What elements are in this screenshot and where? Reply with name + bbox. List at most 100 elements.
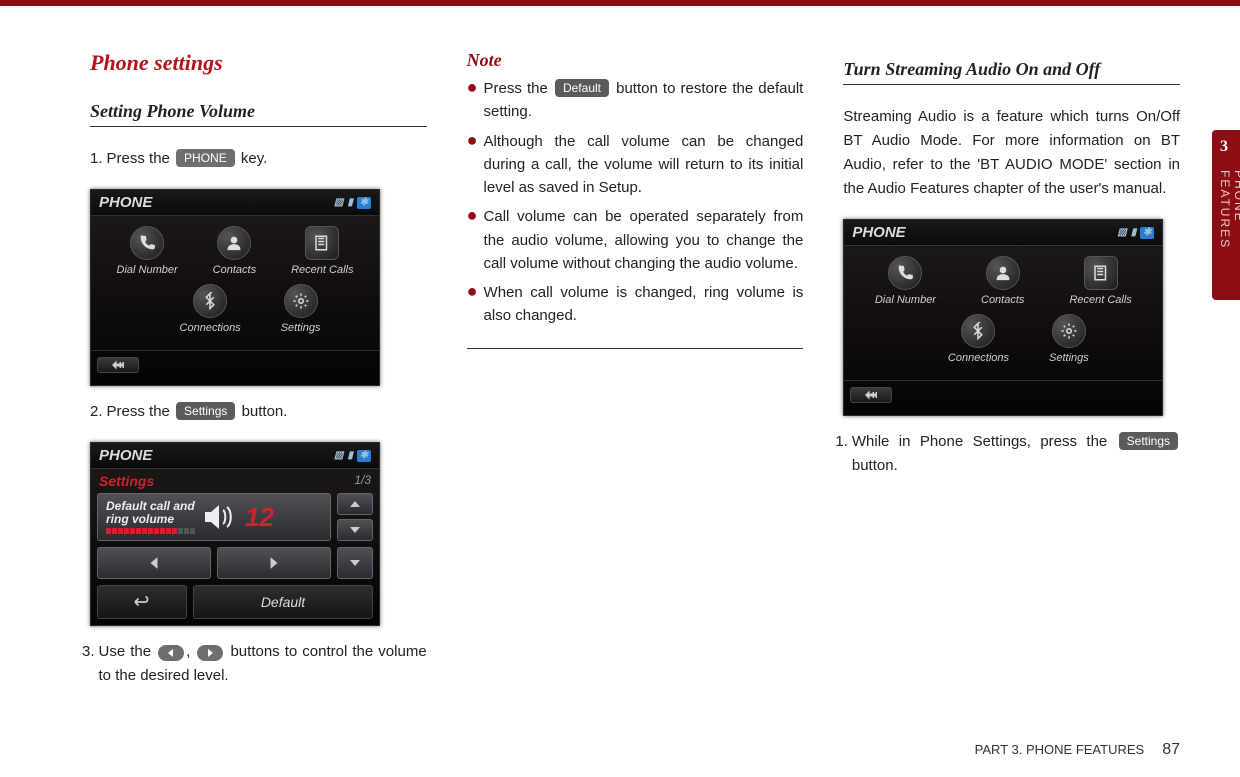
step-3-num: 3. — [82, 640, 95, 688]
device2-header: PHONE ▧ ▮ ✱ — [91, 443, 379, 469]
left-arrow-button — [97, 547, 211, 579]
phone-home-screenshot-2: PHONE ▧ ▮ ✱ Dial Number — [843, 219, 1163, 416]
dial-number-icon-2 — [888, 256, 922, 290]
subtitle-streaming-audio: Turn Streaming Audio On and Off — [843, 59, 1180, 85]
device3-footer — [844, 380, 1162, 415]
volume-label-stack: Default call and ring volume — [106, 500, 195, 534]
step-2-text-a: Press the — [107, 403, 175, 420]
recent-calls-item: Recent Calls — [291, 226, 353, 276]
dial-number-item-2: Dial Number — [875, 256, 936, 306]
settings-bar-label: Settings — [99, 473, 154, 489]
volume-row-lr — [97, 547, 373, 579]
volume-label-line2: ring volume — [106, 513, 195, 526]
left-arrow-pill-icon — [158, 645, 184, 661]
recent-calls-icon-2 — [1084, 256, 1118, 290]
settings-label: Settings — [281, 322, 321, 334]
note-list: ● Press the Default button to restore th… — [467, 77, 804, 349]
volume-value: 12 — [245, 502, 274, 533]
connections-icon — [193, 284, 227, 318]
contacts-icon-2 — [986, 256, 1020, 290]
phone-settings-volume-screenshot: PHONE ▧ ▮ ✱ Settings 1/3 Default call an… — [90, 442, 380, 626]
device3-header: PHONE ▧ ▮ ✱ — [844, 220, 1162, 246]
contacts-item: Contacts — [213, 226, 256, 276]
signal-icon-3: ▮ — [1131, 227, 1137, 238]
default-key-label: Default — [555, 79, 609, 97]
battery-icon-3: ▧ — [1117, 227, 1126, 238]
step-3-text-a: Use the — [99, 643, 157, 660]
note-1-text-a: Press the — [484, 80, 553, 97]
device3-title: PHONE — [852, 224, 905, 241]
col3-step-1-text-b: button. — [852, 457, 898, 474]
device-header: PHONE ▧ ▮ ✱ — [91, 190, 379, 216]
return-button — [97, 585, 187, 619]
contacts-item-2: Contacts — [981, 256, 1024, 306]
settings-item-2: Settings — [1049, 314, 1089, 364]
step-2: 2. Press the Settings button. — [90, 400, 427, 424]
device2-title: PHONE — [99, 447, 152, 464]
step-3-text-b: , — [186, 643, 195, 660]
icon-row-2: Connections Settings — [99, 284, 371, 334]
bluetooth-icon-2: ✱ — [357, 450, 371, 462]
speaker-icon — [203, 502, 237, 532]
side-tab-label: PHONE FEATURES — [1218, 170, 1240, 300]
step-1: 1. Press the PHONE key. — [90, 147, 427, 171]
bluetooth-icon-3: ✱ — [1140, 227, 1154, 239]
subtitle-setting-volume: Setting Phone Volume — [90, 101, 427, 127]
updown-group — [337, 493, 373, 541]
column-1: Phone settings Setting Phone Volume 1. P… — [90, 50, 427, 737]
right-arrow-button — [217, 547, 331, 579]
connections-item: Connections — [180, 284, 241, 334]
volume-row-bottom: Default — [97, 585, 373, 619]
down-button-2 — [337, 547, 373, 579]
main-title: Phone settings — [90, 50, 427, 76]
settings-icon-2 — [1052, 314, 1086, 348]
battery-icon-2: ▧ — [334, 450, 343, 461]
volume-panel: Default call and ring volume 12 — [91, 493, 379, 625]
step-2-text: Press the Settings button. — [107, 400, 288, 424]
dial-number-icon — [130, 226, 164, 260]
page-content: Phone settings Setting Phone Volume 1. P… — [90, 50, 1180, 737]
battery-icon: ▧ — [334, 197, 343, 208]
back-button — [97, 357, 139, 373]
status-icons-3: ▧ ▮ ✱ — [1117, 227, 1154, 239]
col3-step-1-text-a: While in Phone Settings, press the — [852, 433, 1117, 450]
device-body: Dial Number Contacts Recent Calls — [91, 216, 379, 350]
status-icons-2: ▧ ▮ ✱ — [334, 450, 371, 462]
bullet-icon: ● — [467, 281, 478, 328]
recent-calls-item-2: Recent Calls — [1069, 256, 1131, 306]
contacts-icon — [217, 226, 251, 260]
page-footer: PART 3. PHONE FEATURES 87 — [975, 741, 1180, 759]
bluetooth-icon: ✱ — [357, 197, 371, 209]
settings-label-2: Settings — [1049, 352, 1089, 364]
col3-step-1: 1. While in Phone Settings, press the Se… — [843, 430, 1180, 478]
up-button — [337, 493, 373, 515]
icon-row-1b: Dial Number Contacts Recent Calls — [852, 256, 1154, 306]
contacts-label: Contacts — [213, 264, 256, 276]
icon-row-2b: Connections Settings — [852, 314, 1154, 364]
step-1-text-b: key. — [237, 150, 268, 167]
status-icons: ▧ ▮ ✱ — [334, 197, 371, 209]
note-1-text: Press the Default button to restore the … — [484, 77, 804, 124]
col3-step-1-num: 1. — [835, 430, 848, 478]
settings-pager: 1/3 — [354, 473, 371, 489]
recent-calls-icon — [305, 226, 339, 260]
recent-calls-label: Recent Calls — [291, 264, 353, 276]
bullet-icon: ● — [467, 77, 478, 124]
footer-section: PART 3. PHONE FEATURES — [975, 742, 1145, 757]
connections-label: Connections — [180, 322, 241, 334]
top-accent-bar — [0, 0, 1240, 6]
footer-page-number: 87 — [1162, 741, 1180, 759]
volume-display: Default call and ring volume 12 — [97, 493, 331, 541]
device-title: PHONE — [99, 194, 152, 211]
settings-bar: Settings 1/3 — [91, 469, 379, 493]
dial-number-item: Dial Number — [117, 226, 178, 276]
right-arrow-pill-icon — [197, 645, 223, 661]
bullet-icon: ● — [467, 205, 478, 275]
contacts-label-2: Contacts — [981, 294, 1024, 306]
dial-number-label: Dial Number — [117, 264, 178, 276]
settings-item: Settings — [281, 284, 321, 334]
connections-item-2: Connections — [948, 314, 1009, 364]
streaming-audio-para: Streaming Audio is a feature which turns… — [843, 105, 1180, 201]
signal-icon-2: ▮ — [347, 450, 353, 461]
updown-spacer — [337, 547, 373, 579]
